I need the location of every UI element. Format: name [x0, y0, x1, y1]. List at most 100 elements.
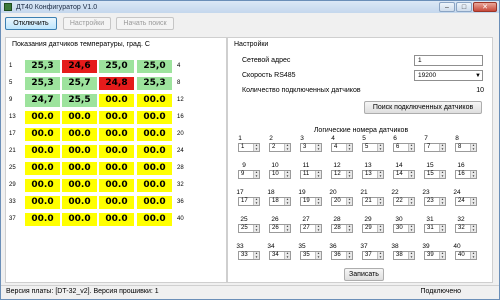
logical-number-spinner[interactable]: 10 ▲ ▼ — [269, 170, 291, 179]
logical-number-spinner[interactable]: 9 ▲ ▼ — [238, 170, 260, 179]
spinner-arrows-icon[interactable]: ▲ ▼ — [253, 197, 259, 205]
spinner-arrows-icon[interactable]: ▲ ▼ — [315, 143, 321, 151]
logical-number-spinner[interactable]: 27 ▲ ▼ — [300, 224, 322, 233]
logical-number-spinner[interactable]: 6 ▲ ▼ — [393, 143, 415, 152]
logical-number-value: 34 — [272, 252, 279, 258]
logical-number-spinner[interactable]: 23 ▲ ▼ — [424, 197, 446, 206]
logical-number-spinner[interactable]: 34 ▲ ▼ — [269, 251, 291, 260]
logical-number-spinner[interactable]: 28 ▲ ▼ — [331, 224, 353, 233]
logical-number-spinner[interactable]: 3 ▲ ▼ — [300, 143, 322, 152]
spinner-arrows-icon[interactable]: ▲ ▼ — [470, 170, 476, 178]
logical-number-spinner[interactable]: 18 ▲ ▼ — [269, 197, 291, 206]
spinner-arrows-icon[interactable]: ▲ ▼ — [253, 224, 259, 232]
logical-number-spinner[interactable]: 19 ▲ ▼ — [300, 197, 322, 206]
logical-number-spinner[interactable]: 33 ▲ ▼ — [238, 251, 260, 260]
spinner-arrows-icon[interactable]: ▲ ▼ — [284, 143, 290, 151]
spinner-arrows-icon[interactable]: ▲ ▼ — [284, 251, 290, 259]
settings-button[interactable]: Настройки — [63, 17, 111, 30]
minimize-button[interactable]: – — [439, 2, 455, 12]
spinner-arrows-icon[interactable]: ▲ ▼ — [346, 170, 352, 178]
spinner-arrows-icon[interactable]: ▲ ▼ — [439, 170, 445, 178]
start-search-button[interactable]: Начать поиск — [116, 17, 174, 30]
spinner-arrows-icon[interactable]: ▲ ▼ — [315, 170, 321, 178]
spinner-arrows-icon[interactable]: ▲ ▼ — [439, 251, 445, 259]
spinner-arrows-icon[interactable]: ▲ ▼ — [408, 143, 414, 151]
logical-number-spinner[interactable]: 21 ▲ ▼ — [362, 197, 384, 206]
write-button[interactable]: Записать — [344, 268, 384, 281]
logical-number-value: 32 — [458, 225, 465, 231]
spinner-arrows-icon[interactable]: ▲ ▼ — [377, 197, 383, 205]
spinner-arrows-icon[interactable]: ▲ ▼ — [439, 143, 445, 151]
spinner-arrows-icon[interactable]: ▲ ▼ — [408, 224, 414, 232]
sensor-cell: 25,0 — [137, 60, 172, 73]
logical-number-spinner[interactable]: 7 ▲ ▼ — [424, 143, 446, 152]
network-address-input[interactable]: 1 — [414, 55, 483, 66]
logical-number-spinner[interactable]: 15 ▲ ▼ — [424, 170, 446, 179]
logical-number-spinner[interactable]: 36 ▲ ▼ — [331, 251, 353, 260]
spinner-arrows-icon[interactable]: ▲ ▼ — [439, 197, 445, 205]
logical-number-spinner[interactable]: 17 ▲ ▼ — [238, 197, 260, 206]
logical-number-spinner[interactable]: 38 ▲ ▼ — [393, 251, 415, 260]
spinner-arrows-icon[interactable]: ▲ ▼ — [470, 143, 476, 151]
logical-number-spinner[interactable]: 16 ▲ ▼ — [455, 170, 477, 179]
logical-number-spinner[interactable]: 5 ▲ ▼ — [362, 143, 384, 152]
logical-number-spinner[interactable]: 31 ▲ ▼ — [424, 224, 446, 233]
logical-number-spinner[interactable]: 32 ▲ ▼ — [455, 224, 477, 233]
spinner-arrows-icon[interactable]: ▲ ▼ — [284, 170, 290, 178]
baud-rate-select[interactable]: 19200 ▼ — [414, 70, 483, 81]
spinner-arrows-icon[interactable]: ▲ ▼ — [346, 251, 352, 259]
sensor-row: 29 00.0 00.0 00.0 00.0 32 — [6, 179, 228, 194]
logical-number-spinner[interactable]: 37 ▲ ▼ — [362, 251, 384, 260]
logical-number-spinner[interactable]: 22 ▲ ▼ — [393, 197, 415, 206]
logical-number-label: 21 — [360, 189, 368, 196]
spinner-arrows-icon[interactable]: ▲ ▼ — [346, 143, 352, 151]
spinner-arrows-icon[interactable]: ▲ ▼ — [470, 251, 476, 259]
logical-number-spinner[interactable]: 20 ▲ ▼ — [331, 197, 353, 206]
logical-number-spinner[interactable]: 35 ▲ ▼ — [300, 251, 322, 260]
spinner-arrows-icon[interactable]: ▲ ▼ — [346, 224, 352, 232]
logical-number-spinner[interactable]: 29 ▲ ▼ — [362, 224, 384, 233]
app-icon — [4, 3, 12, 11]
spinner-arrows-icon[interactable]: ▲ ▼ — [377, 251, 383, 259]
spinner-arrows-icon[interactable]: ▲ ▼ — [315, 224, 321, 232]
logical-number-spinner[interactable]: 25 ▲ ▼ — [238, 224, 260, 233]
logical-number-spinner[interactable]: 24 ▲ ▼ — [455, 197, 477, 206]
logical-number-spinner[interactable]: 8 ▲ ▼ — [455, 143, 477, 152]
spinner-arrows-icon[interactable]: ▲ ▼ — [377, 224, 383, 232]
disconnect-button[interactable]: Отключить — [5, 17, 57, 30]
logical-number-spinner[interactable]: 11 ▲ ▼ — [300, 170, 322, 179]
logical-number-spinner[interactable]: 2 ▲ ▼ — [269, 143, 291, 152]
spinner-arrows-icon[interactable]: ▲ ▼ — [377, 170, 383, 178]
close-button[interactable]: ✕ — [473, 2, 497, 12]
spinner-arrows-icon[interactable]: ▲ ▼ — [315, 251, 321, 259]
search-connected-button[interactable]: Поиск подключенных датчиков — [364, 101, 482, 114]
logical-number-spinner[interactable]: 26 ▲ ▼ — [269, 224, 291, 233]
spinner-arrows-icon[interactable]: ▲ ▼ — [408, 251, 414, 259]
spinner-arrows-icon[interactable]: ▲ ▼ — [439, 224, 445, 232]
title-bar[interactable]: ДТ40 Конфигуратор V1.0 – □ ✕ — [1, 1, 499, 13]
spinner-arrows-icon[interactable]: ▲ ▼ — [470, 197, 476, 205]
spinner-arrows-icon[interactable]: ▲ ▼ — [284, 197, 290, 205]
logical-number-spinner[interactable]: 39 ▲ ▼ — [424, 251, 446, 260]
spinner-arrows-icon[interactable]: ▲ ▼ — [346, 197, 352, 205]
sensor-cell: 00.0 — [137, 162, 172, 175]
spinner-arrows-icon[interactable]: ▲ ▼ — [470, 224, 476, 232]
logical-number-value: 19 — [303, 198, 310, 204]
logical-number-spinner[interactable]: 30 ▲ ▼ — [393, 224, 415, 233]
spinner-arrows-icon[interactable]: ▲ ▼ — [315, 197, 321, 205]
spinner-arrows-icon[interactable]: ▲ ▼ — [253, 251, 259, 259]
sensor-cell: 00.0 — [25, 145, 60, 158]
maximize-button[interactable]: □ — [456, 2, 472, 12]
logical-number-spinner[interactable]: 4 ▲ ▼ — [331, 143, 353, 152]
logical-number-spinner[interactable]: 1 ▲ ▼ — [238, 143, 260, 152]
spinner-arrows-icon[interactable]: ▲ ▼ — [253, 143, 259, 151]
logical-number-spinner[interactable]: 12 ▲ ▼ — [331, 170, 353, 179]
spinner-arrows-icon[interactable]: ▲ ▼ — [377, 143, 383, 151]
spinner-arrows-icon[interactable]: ▲ ▼ — [408, 170, 414, 178]
spinner-arrows-icon[interactable]: ▲ ▼ — [284, 224, 290, 232]
logical-number-spinner[interactable]: 40 ▲ ▼ — [455, 251, 477, 260]
logical-number-spinner[interactable]: 14 ▲ ▼ — [393, 170, 415, 179]
spinner-arrows-icon[interactable]: ▲ ▼ — [253, 170, 259, 178]
logical-number-spinner[interactable]: 13 ▲ ▼ — [362, 170, 384, 179]
spinner-arrows-icon[interactable]: ▲ ▼ — [408, 197, 414, 205]
